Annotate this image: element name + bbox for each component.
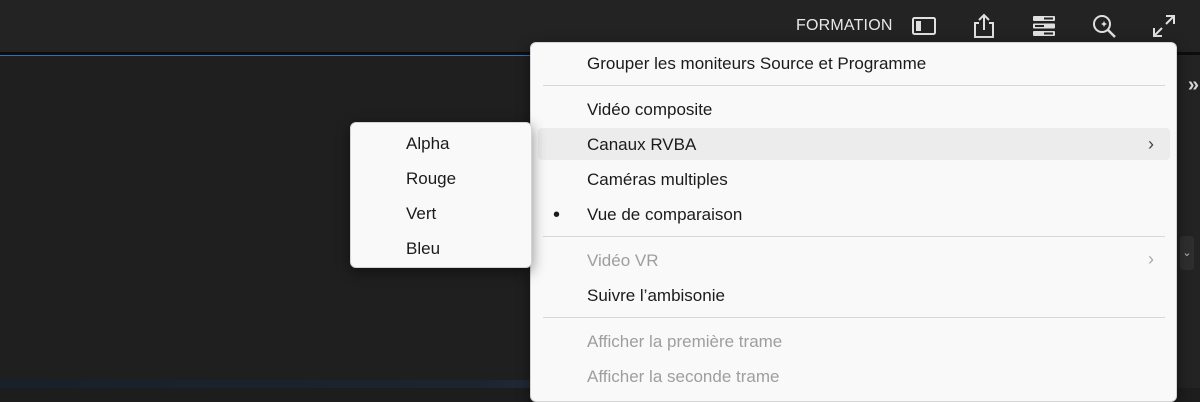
monitor-context-menu: Grouper les moniteurs Source et Programm… (530, 42, 1177, 402)
rgba-channels-submenu: Alpha Rouge Vert Bleu (350, 122, 532, 268)
menu-item-composite-video[interactable]: Vidéo composite (587, 100, 712, 120)
workspaces-menu-icon[interactable] (1030, 12, 1058, 40)
active-panel-indicator (0, 55, 540, 56)
menu-item-show-second-field[interactable]: Afficher la seconde trame (587, 367, 779, 387)
submenu-item-green[interactable]: Vert (406, 204, 436, 224)
menu-item-show-first-field[interactable]: Afficher la première trame (587, 332, 782, 352)
menu-item-vr-video[interactable]: Vidéo VR (587, 251, 659, 271)
export-icon[interactable] (970, 12, 998, 40)
menu-item-multi-camera[interactable]: Caméras multiples (587, 170, 728, 190)
menu-item-follow-ambisonics[interactable]: Suivre l’ambisonie (587, 286, 725, 306)
menu-item-comparison-view[interactable]: Vue de comparaison (587, 205, 742, 225)
menu-separator (543, 317, 1165, 318)
panel-layout-icon[interactable] (910, 12, 938, 40)
menu-item-rgba-channels[interactable]: Canaux RVBA (587, 135, 696, 155)
chevron-right-icon: › (1148, 249, 1154, 269)
panel-dropdown-icon[interactable]: ⌄ (1180, 236, 1194, 270)
menu-separator (543, 236, 1165, 237)
chevron-right-icon: › (1148, 134, 1154, 154)
search-sparkle-icon[interactable] (1090, 12, 1118, 40)
expand-panels-icon[interactable]: » (1188, 74, 1199, 97)
checked-bullet-icon: • (553, 204, 561, 226)
submenu-item-red[interactable]: Rouge (406, 169, 456, 189)
side-panel (1176, 55, 1200, 388)
menu-separator (543, 85, 1165, 86)
menu-item-group-monitors[interactable]: Grouper les moniteurs Source et Programm… (587, 54, 926, 74)
submenu-item-blue[interactable]: Bleu (406, 239, 440, 259)
fullscreen-icon[interactable] (1150, 12, 1178, 40)
submenu-item-alpha[interactable]: Alpha (406, 134, 449, 154)
workspace-label[interactable]: FORMATION (796, 17, 893, 35)
